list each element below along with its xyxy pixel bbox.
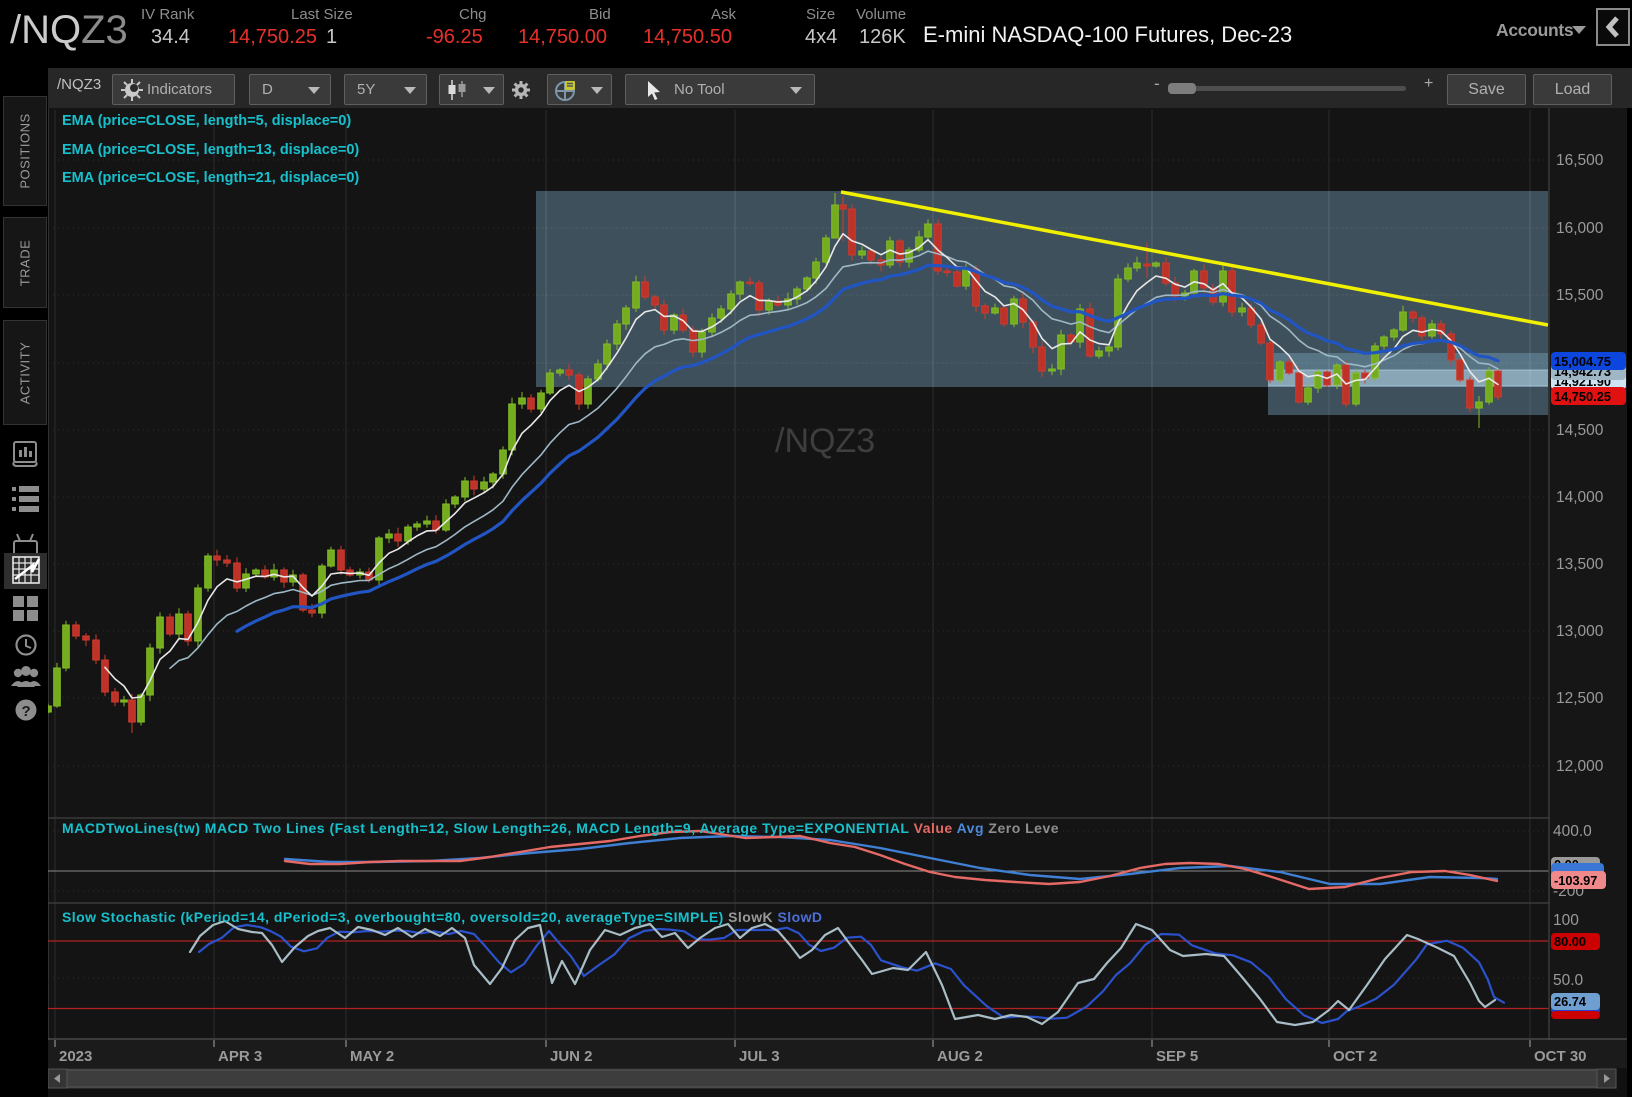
svg-text:14,000: 14,000 [1556, 489, 1604, 506]
svg-text:16,500: 16,500 [1556, 152, 1604, 169]
svg-text:2023: 2023 [59, 1048, 92, 1065]
svg-text:50.0: 50.0 [1553, 972, 1584, 989]
svg-text:80.00: 80.00 [1554, 934, 1586, 949]
svg-text:26.74: 26.74 [1554, 994, 1587, 1009]
svg-text:15,004.75: 15,004.75 [1554, 354, 1611, 369]
svg-text:/NQZ3: /NQZ3 [775, 422, 875, 460]
svg-text:Slow Stochastic (kPeriod=14, d: Slow Stochastic (kPeriod=14, dPeriod=3, … [62, 909, 822, 925]
svg-text:MAY 2: MAY 2 [350, 1048, 394, 1065]
svg-text:12,000: 12,000 [1556, 758, 1604, 775]
svg-text:400.0: 400.0 [1553, 823, 1592, 840]
svg-text:?: ? [22, 703, 31, 720]
svg-text:EMA (price=CLOSE, length=5, di: EMA (price=CLOSE, length=5, displace=0) [62, 113, 351, 129]
svg-text:JUN 2: JUN 2 [550, 1048, 593, 1065]
svg-text:SEP 5: SEP 5 [1156, 1048, 1198, 1065]
svg-text:AUG 2: AUG 2 [937, 1048, 983, 1065]
svg-text:EMA (price=CLOSE, length=21, d: EMA (price=CLOSE, length=21, displace=0) [62, 170, 359, 186]
svg-text:APR 3: APR 3 [218, 1048, 262, 1065]
svg-text:15,500: 15,500 [1556, 287, 1604, 304]
svg-text:100: 100 [1553, 912, 1579, 929]
svg-text:-103.97: -103.97 [1554, 873, 1597, 888]
svg-text:OCT 2: OCT 2 [1333, 1048, 1377, 1065]
svg-text:12,500: 12,500 [1556, 690, 1604, 707]
svg-text:EMA (price=CLOSE, length=13, d: EMA (price=CLOSE, length=13, displace=0) [62, 142, 359, 158]
svg-text:16,000: 16,000 [1556, 220, 1604, 237]
svg-text:14,500: 14,500 [1556, 422, 1604, 439]
svg-text:MACDTwoLines(tw) MACD Two Line: MACDTwoLines(tw) MACD Two Lines (Fast Le… [62, 820, 1059, 836]
svg-text:OCT 30: OCT 30 [1534, 1048, 1587, 1065]
svg-text:13,000: 13,000 [1556, 623, 1604, 640]
svg-text:14,750.25: 14,750.25 [1554, 389, 1611, 404]
svg-text:JUL 3: JUL 3 [739, 1048, 780, 1065]
svg-text:13,500: 13,500 [1556, 556, 1604, 573]
